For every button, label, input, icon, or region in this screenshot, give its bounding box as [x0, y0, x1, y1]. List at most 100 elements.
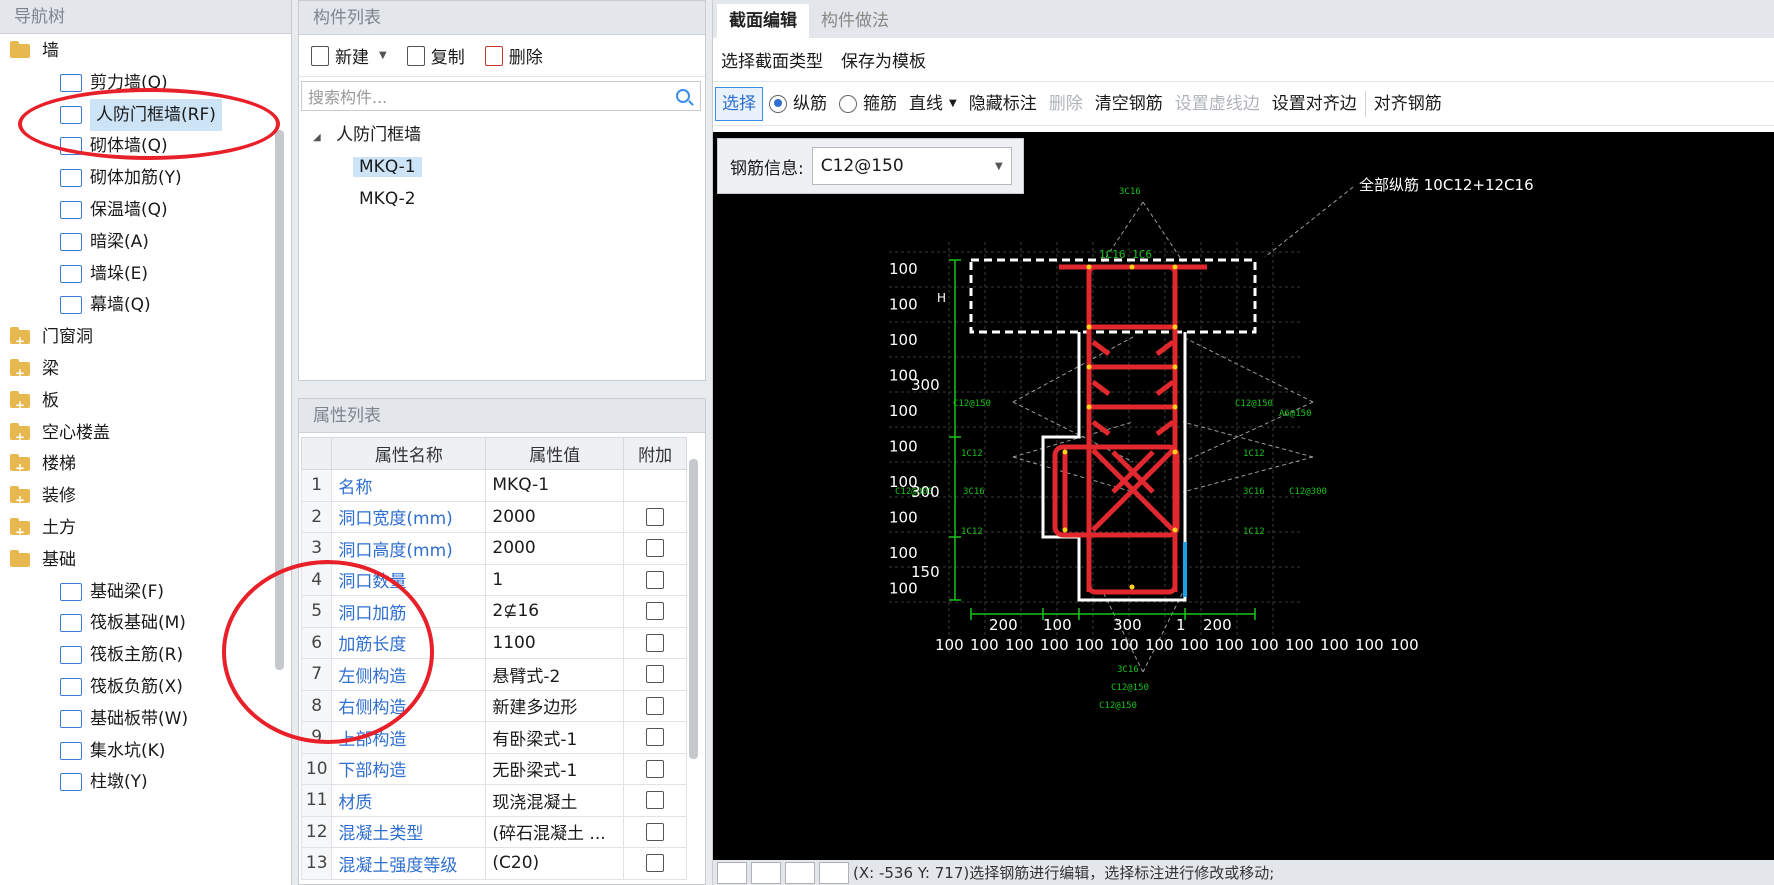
delete-component-button[interactable]: 删除 [481, 43, 555, 68]
property-row[interactable]: 2 洞口宽度(mm) 2000 [300, 500, 687, 533]
extra-checkbox[interactable] [646, 791, 665, 810]
extra-checkbox[interactable] [646, 602, 665, 621]
nav-item[interactable]: 幕墙(Q) [60, 289, 151, 321]
extra-checkbox[interactable] [646, 633, 665, 652]
status-tool-button[interactable] [717, 861, 747, 884]
status-tool-button[interactable] [751, 861, 781, 884]
extra-checkbox[interactable] [646, 728, 665, 747]
nav-folder[interactable]: 空心楼盖 [10, 417, 110, 453]
property-value[interactable]: 有卧梁式-1 [485, 721, 625, 754]
property-value[interactable]: MKQ-1 [485, 469, 625, 502]
property-extra [623, 721, 687, 754]
property-value[interactable]: 现浇混凝土 [485, 784, 625, 817]
property-value[interactable]: 1 [485, 563, 625, 596]
property-row[interactable]: 5 洞口加筋 2⊈16 [300, 595, 687, 628]
status-tool-button[interactable] [785, 861, 815, 884]
property-row[interactable]: 3 洞口高度(mm) 2000 [300, 532, 687, 565]
extra-checkbox[interactable] [646, 822, 665, 841]
line-dropdown[interactable]: 直线 ▼ [903, 87, 963, 121]
stirrup-radio[interactable]: 箍筋 [833, 87, 903, 121]
property-row[interactable]: 1 名称 MKQ-1 [300, 469, 687, 502]
property-value[interactable]: (C20) [485, 847, 625, 880]
new-component-button[interactable]: 新建 ▼ [307, 43, 399, 68]
component-item[interactable]: MKQ-2 [359, 183, 416, 215]
extra-checkbox[interactable] [646, 665, 665, 684]
nav-folder[interactable]: 梁 [10, 353, 59, 389]
hide-annotation-button[interactable]: 隐藏标注 [963, 87, 1043, 121]
nav-item[interactable]: 墙垛(E) [60, 258, 148, 290]
property-extra-header: 附加 [623, 437, 687, 470]
tab-component-method[interactable]: 构件做法 [809, 4, 901, 38]
nav-label: 梁 [42, 359, 59, 379]
component-item[interactable]: MKQ-1 [353, 151, 422, 183]
property-row[interactable]: 8 右侧构造 新建多边形 [300, 689, 687, 722]
status-tool-button[interactable] [819, 861, 849, 884]
nav-folder[interactable]: 墙 [10, 35, 59, 67]
nav-folder[interactable]: 楼梯 [10, 448, 76, 484]
property-value[interactable]: 2000 [485, 500, 625, 533]
nav-item[interactable]: 砌体墙(Q) [60, 130, 168, 162]
property-value[interactable]: 2000 [485, 532, 625, 565]
copy-component-button[interactable]: 复制 [403, 43, 477, 68]
property-value[interactable]: 1100 [485, 626, 625, 659]
property-row[interactable]: 9 上部构造 有卧梁式-1 [300, 721, 687, 754]
nav-folder[interactable]: 板 [10, 385, 59, 421]
dropdown-arrow-icon[interactable]: ▼ [379, 50, 387, 61]
radio-off-icon[interactable] [839, 94, 857, 113]
align-rebar-button[interactable]: 对齐钢筋 [1368, 87, 1448, 121]
extra-checkbox[interactable] [646, 507, 665, 526]
nav-scrollbar[interactable] [275, 130, 284, 670]
property-row[interactable]: 7 左侧构造 悬臂式-2 [300, 658, 687, 691]
nav-label: 基础梁(F) [90, 581, 165, 602]
nav-item[interactable]: 筏板主筋(R) [60, 639, 183, 671]
nav-item[interactable]: 基础板带(W) [60, 703, 188, 735]
property-value[interactable]: 悬臂式-2 [485, 658, 625, 691]
property-value[interactable]: 无卧梁式-1 [485, 752, 625, 785]
nav-item[interactable]: 人防门框墙(RF) [60, 98, 222, 131]
longitudinal-radio[interactable]: 纵筋 [763, 87, 833, 121]
component-group[interactable]: ◢ 人防门框墙 [313, 119, 421, 151]
property-value[interactable]: 新建多边形 [485, 689, 625, 722]
extra-checkbox[interactable] [646, 854, 665, 873]
nav-item[interactable]: 基础梁(F) [60, 576, 164, 608]
save-template-button[interactable]: 保存为模板 [841, 47, 926, 72]
nav-folder[interactable]: 门窗洞 [10, 321, 93, 357]
extra-checkbox[interactable] [646, 759, 665, 778]
property-row[interactable]: 11 材质 现浇混凝土 [300, 784, 687, 817]
nav-folder[interactable]: 基础 [10, 544, 76, 576]
property-row[interactable]: 10 下部构造 无卧梁式-1 [300, 752, 687, 785]
property-row[interactable]: 6 加筋长度 1100 [300, 626, 687, 659]
bottom-dim-label: 100 [1075, 636, 1104, 654]
set-virtual-edge-button[interactable]: 设置虚线边 [1169, 87, 1266, 121]
search-icon[interactable] [676, 89, 690, 103]
delete-rebar-button[interactable]: 删除 [1043, 87, 1089, 121]
property-row[interactable]: 12 混凝土类型 (碎石混凝土 ... [300, 815, 687, 848]
set-align-edge-button[interactable]: 设置对齐边 [1266, 87, 1363, 121]
radio-on-icon[interactable] [769, 94, 787, 113]
clear-rebar-button[interactable]: 清空钢筋 [1089, 87, 1169, 121]
component-search-input[interactable]: 搜索构件... [301, 81, 701, 111]
property-scrollbar[interactable] [689, 459, 698, 759]
extra-checkbox[interactable] [646, 570, 665, 589]
section-canvas[interactable]: 钢筋信息: C12@150 ▼ 3C16 1C16 1C6 C12@150 1C… [713, 132, 1774, 860]
nav-item[interactable]: 砌体加筋(Y) [60, 162, 182, 194]
nav-folder[interactable]: 土方 [10, 512, 76, 548]
nav-item[interactable]: 柱墩(Y) [60, 766, 148, 798]
select-tool-button[interactable]: 选择 [715, 86, 763, 121]
nav-item[interactable]: 集水坑(K) [60, 735, 165, 767]
property-value[interactable]: (碎石混凝土 ... [485, 815, 625, 848]
tab-section-edit[interactable]: 截面编辑 [717, 4, 809, 38]
extra-checkbox[interactable] [646, 539, 665, 558]
nav-item[interactable]: 保温墙(Q) [60, 194, 168, 226]
nav-item[interactable]: 筏板负筋(X) [60, 671, 183, 703]
nav-item[interactable]: 筏板基础(M) [60, 607, 186, 639]
property-row[interactable]: 4 洞口数量 1 [300, 563, 687, 596]
extra-checkbox[interactable] [646, 696, 665, 715]
nav-item[interactable]: 暗梁(A) [60, 226, 149, 258]
property-row[interactable]: 13 混凝土强度等级 (C20) [300, 847, 687, 880]
nav-folder[interactable]: 装修 [10, 480, 76, 516]
collapse-triangle-icon[interactable]: ◢ [313, 132, 321, 143]
nav-item[interactable]: 剪力墙(Q) [60, 67, 168, 99]
property-value[interactable]: 2⊈16 [485, 595, 625, 628]
select-section-type-button[interactable]: 选择截面类型 [721, 47, 823, 72]
